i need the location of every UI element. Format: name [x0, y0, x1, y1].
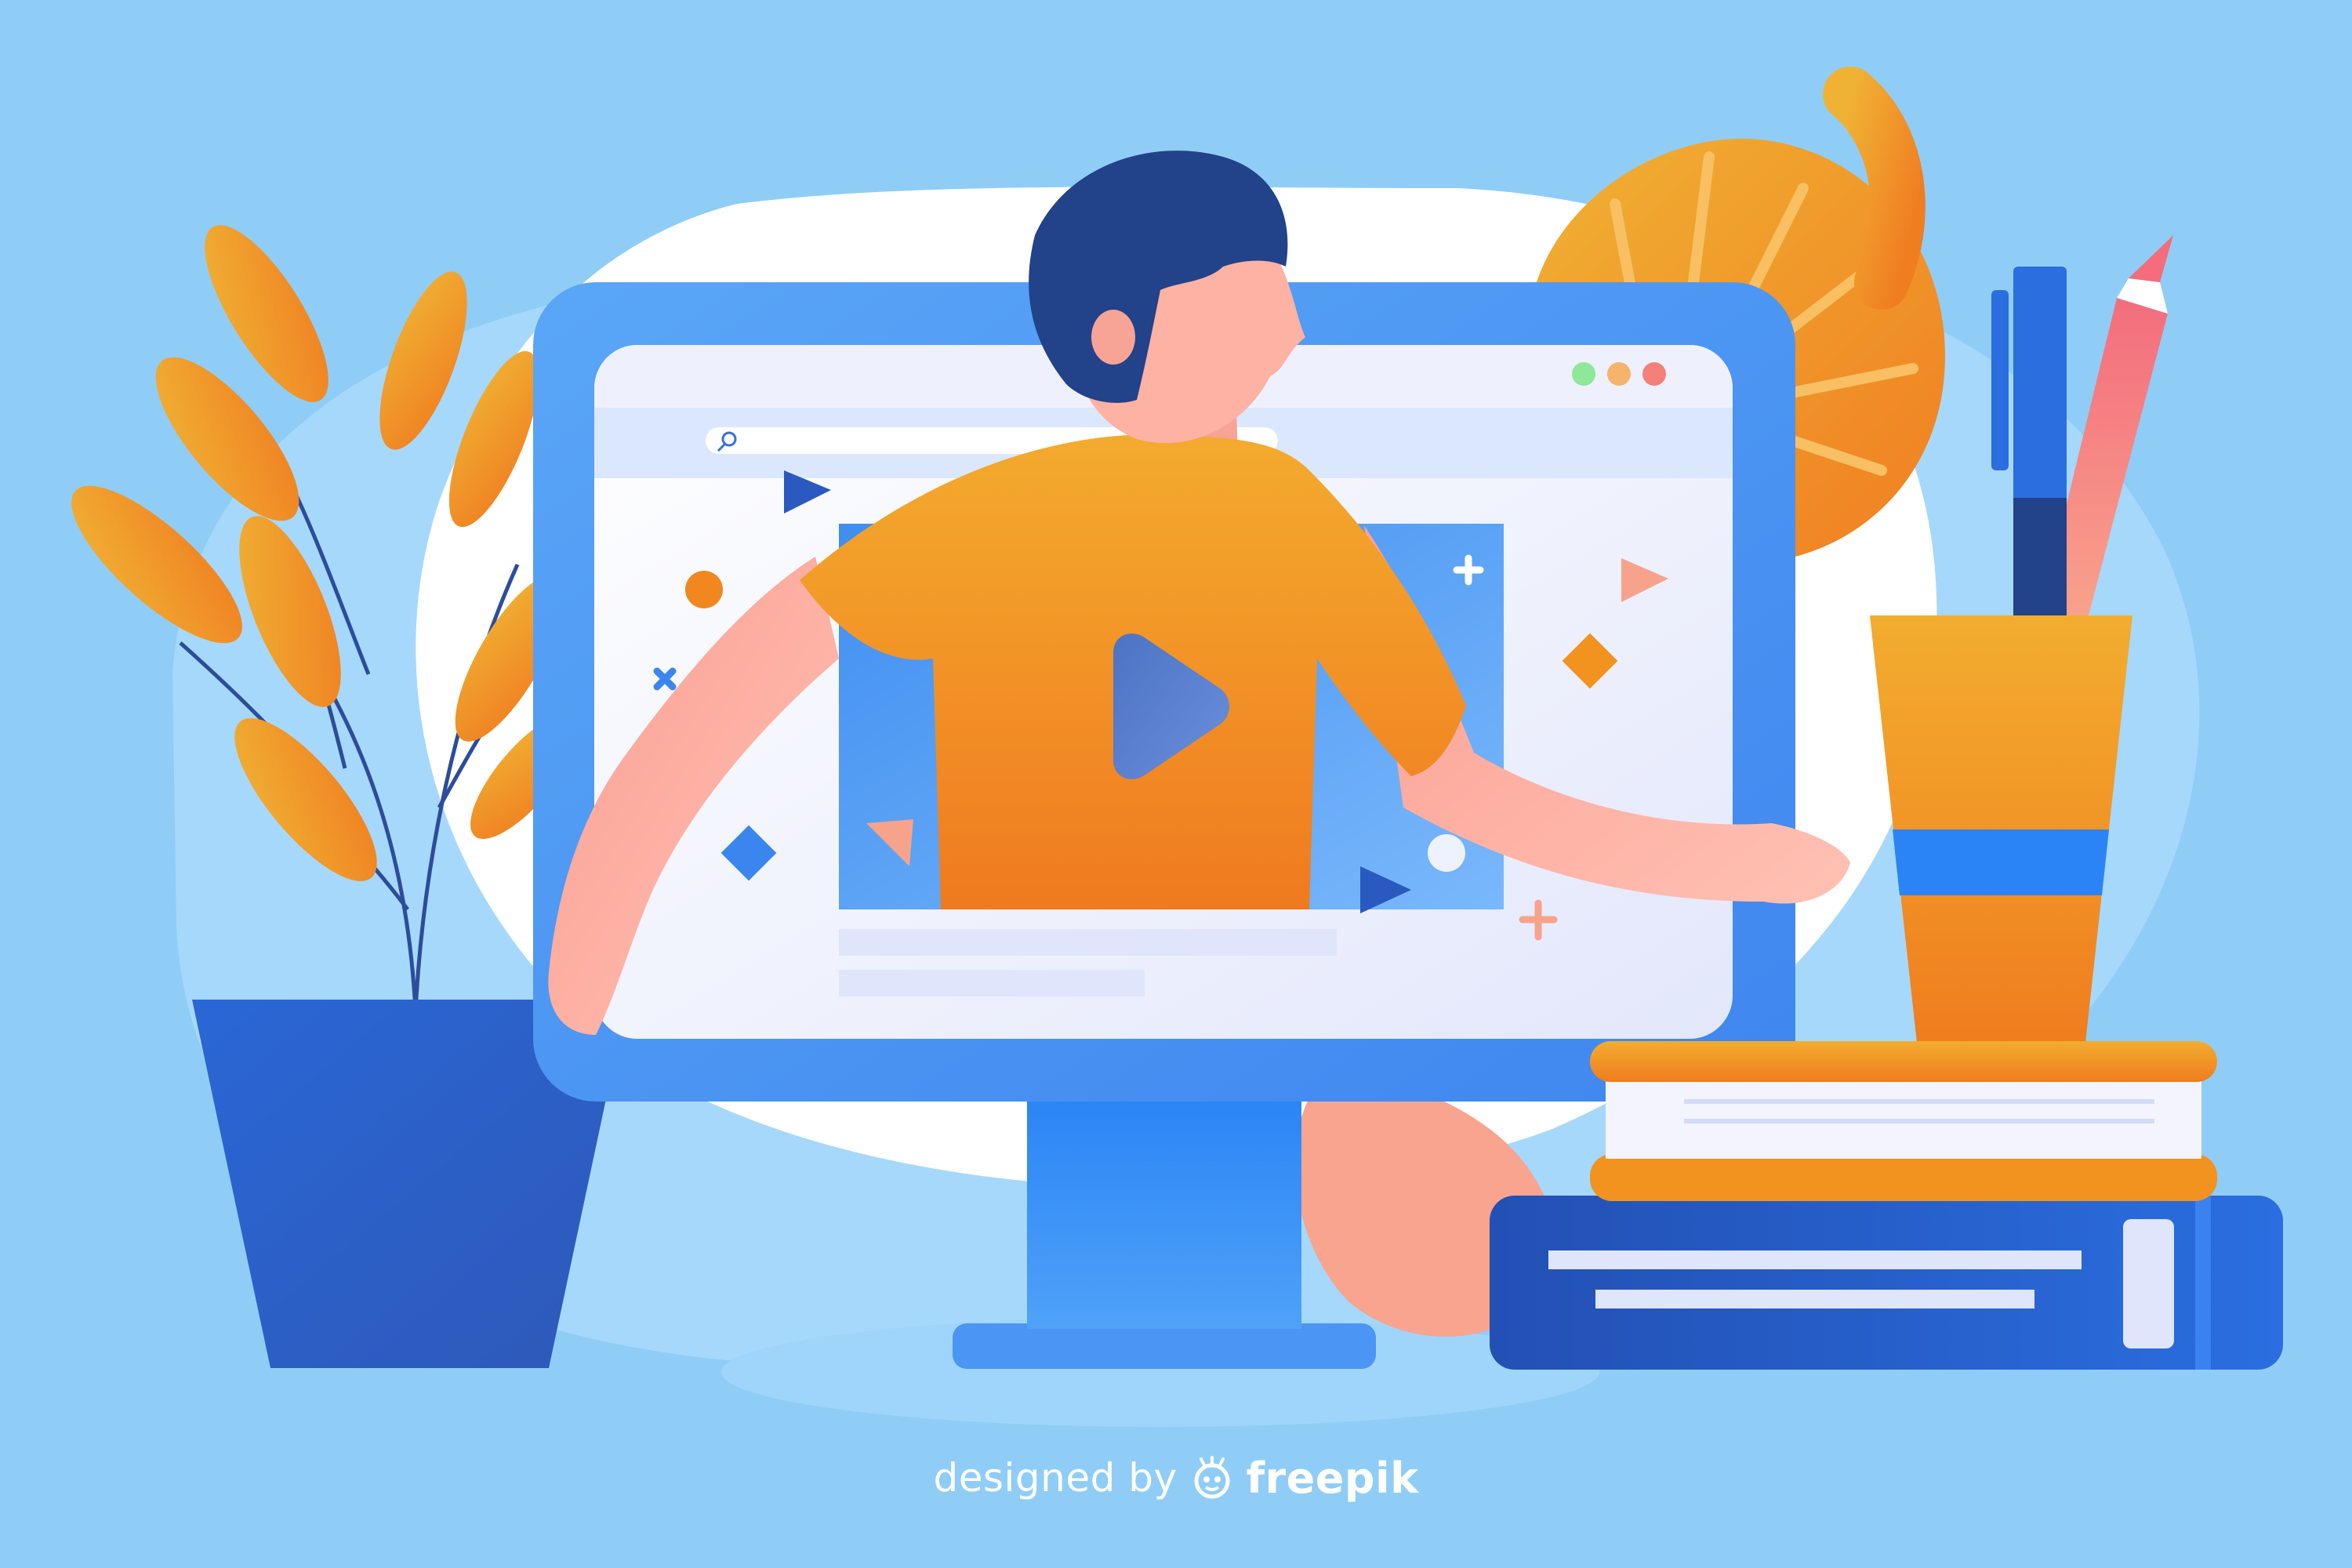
illustration: [71, 67, 2283, 1427]
credit-brand: freepik: [1246, 1453, 1419, 1503]
person-ear: [1091, 310, 1135, 365]
content-line-1: [839, 929, 1337, 956]
window-button-green[interactable]: [1572, 362, 1595, 386]
content-line-2: [839, 970, 1145, 996]
orange-book-bottom-cover: [1590, 1154, 2217, 1201]
monitor-base: [953, 1323, 1376, 1369]
orange-book-top-cover: [1590, 1041, 2217, 1082]
orange-book-pages: [1606, 1074, 2201, 1159]
window-button-red[interactable]: [1642, 362, 1666, 386]
credit-line: designed by freepik: [0, 1446, 2352, 1509]
window-button-orange[interactable]: [1607, 362, 1631, 386]
credit-prefix: designed by: [933, 1455, 1178, 1501]
book-stack: [1490, 1041, 2283, 1370]
pen-cup-band: [1893, 829, 2109, 895]
freepik-logo-icon: [1194, 1456, 1230, 1499]
monitor-stand: [1027, 1094, 1301, 1329]
